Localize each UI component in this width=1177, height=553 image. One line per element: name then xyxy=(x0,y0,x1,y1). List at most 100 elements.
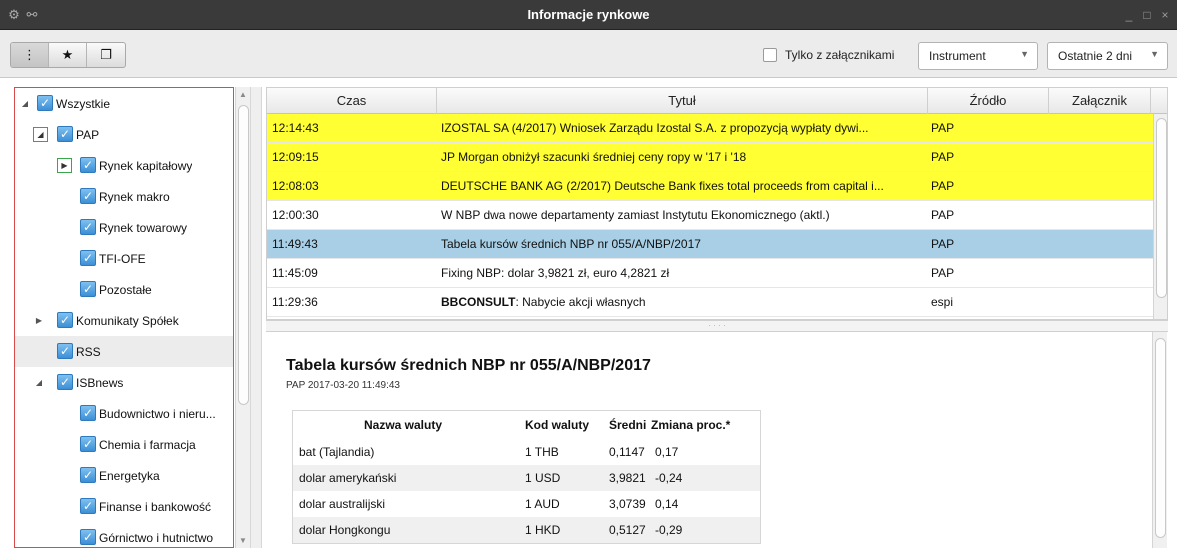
news-row[interactable]: 11:45:09 Fixing NBP: dolar 3,9821 zł, eu… xyxy=(267,259,1167,288)
tree-item-finanse[interactable]: ✓ Finanse i bankowość xyxy=(15,491,233,522)
star-icon: ★ xyxy=(61,47,74,62)
column-header-source[interactable]: Źródło xyxy=(928,88,1049,114)
expand-icon[interactable]: ▶ xyxy=(33,315,45,327)
checkbox-checked-icon[interactable]: ✓ xyxy=(80,281,96,297)
tree-item-rynek-kapitalowy[interactable]: ▶ ✓ Rynek kapitałowy xyxy=(15,150,233,181)
tree-item-rynek-makro[interactable]: ✓ Rynek makro xyxy=(15,181,233,212)
column-header-attachment[interactable]: Załącznik xyxy=(1049,88,1151,114)
currency-name: dolar australijski xyxy=(299,497,386,511)
panel-splitter[interactable] xyxy=(250,87,262,548)
header-currency-code: Kod waluty xyxy=(525,418,590,432)
tree-item-tfi-ofe[interactable]: ✓ TFI-OFE xyxy=(15,243,233,274)
column-header-time[interactable]: Czas xyxy=(267,88,437,114)
tree-item-label: Finanse i bankowość xyxy=(99,499,212,514)
checkbox-checked-icon[interactable]: ✓ xyxy=(57,343,73,359)
maximize-icon[interactable]: □ xyxy=(1141,7,1153,23)
checkbox-checked-icon[interactable]: ✓ xyxy=(80,436,96,452)
tree-item-label: Rynek kapitałowy xyxy=(99,158,193,173)
rates-row: dolar Hongkongu 1 HKD 0,5127 -0,29 xyxy=(293,517,760,543)
windows-button[interactable]: ❐ xyxy=(87,43,125,67)
checkbox-checked-icon[interactable]: ✓ xyxy=(80,219,96,235)
chevron-down-icon: ▼ xyxy=(1150,49,1159,59)
scroll-up-icon[interactable]: ▲ xyxy=(239,90,247,99)
rates-row: dolar amerykański 1 USD 3,9821 -0,24 xyxy=(293,465,760,491)
currency-code: 1 AUD xyxy=(525,497,560,511)
tree-item-chemia[interactable]: ✓ Chemia i farmacja xyxy=(15,429,233,460)
tree-item-label: Rynek makro xyxy=(99,189,170,204)
instrument-select[interactable]: Instrument ▼ xyxy=(918,42,1038,70)
article-scrollbar-thumb[interactable] xyxy=(1155,338,1166,538)
news-source: espi xyxy=(931,295,954,309)
checkbox-checked-icon[interactable]: ✓ xyxy=(80,157,96,173)
tree-item-label: Rynek towarowy xyxy=(99,220,188,235)
news-time: 11:45:09 xyxy=(272,266,318,280)
tree-item-pozostale[interactable]: ✓ Pozostałe xyxy=(15,274,233,305)
news-source: PAP xyxy=(931,208,955,222)
checkbox-checked-icon[interactable]: ✓ xyxy=(57,312,73,328)
tree-item-energetyka[interactable]: ✓ Energetyka xyxy=(15,460,233,491)
news-time: 12:08:03 xyxy=(272,179,319,193)
tree-scrollbar[interactable]: ▲ ▼ xyxy=(235,87,250,548)
currency-average: 0,1147 xyxy=(609,445,645,459)
news-time: 11:29:36 xyxy=(272,295,318,309)
list-view-button[interactable]: ⋮ xyxy=(11,43,49,67)
tree-item-pap[interactable]: ◢ ✓ PAP xyxy=(15,119,233,150)
currency-average: 3,0739 xyxy=(609,497,646,511)
favorites-button[interactable]: ★ xyxy=(49,43,87,67)
news-scrollbar[interactable] xyxy=(1153,114,1167,319)
tree-item-label: Górnictwo i hutnictwo xyxy=(99,530,214,545)
news-source: PAP xyxy=(931,266,955,280)
collapse-icon[interactable]: ◢ xyxy=(33,377,45,389)
news-row[interactable]: 12:08:03 DEUTSCHE BANK AG (2/2017) Deuts… xyxy=(267,172,1167,201)
news-row-selected[interactable]: 11:49:43 Tabela kursów średnich NBP nr 0… xyxy=(267,230,1167,259)
currency-change: -0,29 xyxy=(655,523,683,537)
tree-scrollbar-thumb[interactable] xyxy=(238,105,249,405)
tree-item-rss[interactable]: ✓ RSS xyxy=(15,336,233,367)
collapse-icon[interactable]: ◢ xyxy=(33,127,48,142)
close-icon[interactable]: × xyxy=(1159,7,1171,23)
tree-item-isbnews[interactable]: ◢ ✓ ISBnews xyxy=(15,367,233,398)
news-row[interactable]: 12:09:15 JP Morgan obniżył szacunki śred… xyxy=(267,143,1167,172)
news-row[interactable]: 12:00:30 W NBP dwa nowe departamenty zam… xyxy=(267,201,1167,230)
checkbox-checked-icon[interactable]: ✓ xyxy=(80,188,96,204)
news-title: Tabela kursów średnich NBP nr 055/A/NBP/… xyxy=(441,237,701,251)
checkbox-checked-icon[interactable]: ✓ xyxy=(57,126,73,142)
news-row[interactable]: 11:29:36 BBCONSULT: Nabycie akcji własny… xyxy=(267,288,1167,317)
article-title: Tabela kursów średnich NBP nr 055/A/NBP/… xyxy=(286,357,651,374)
checkbox-checked-icon[interactable]: ✓ xyxy=(57,374,73,390)
collapse-icon[interactable]: ◢ xyxy=(19,98,31,110)
checkbox-checked-icon[interactable]: ✓ xyxy=(37,95,53,111)
news-scrollbar-thumb[interactable] xyxy=(1156,118,1167,298)
tree-item-label: RSS xyxy=(76,344,101,359)
minimize-icon[interactable]: _ xyxy=(1123,7,1135,23)
tree-item-rynek-towarowy[interactable]: ✓ Rynek towarowy xyxy=(15,212,233,243)
tree-item-budownictwo[interactable]: ✓ Budownictwo i nieru... xyxy=(15,398,233,429)
tree-item-gornictwo[interactable]: ✓ Górnictwo i hutnictwo xyxy=(15,522,233,547)
checkbox-checked-icon[interactable]: ✓ xyxy=(80,467,96,483)
checkbox-checked-icon[interactable]: ✓ xyxy=(80,405,96,421)
column-header-title[interactable]: Tytuł xyxy=(437,88,928,114)
news-time: 12:14:43 xyxy=(272,121,319,135)
currency-change: 0,17 xyxy=(655,445,679,459)
tree-item-label: ISBnews xyxy=(76,375,124,390)
horizontal-splitter[interactable]: · · · · xyxy=(266,320,1168,332)
checkbox-checked-icon[interactable]: ✓ xyxy=(80,498,96,514)
article-view: Tabela kursów średnich NBP nr 055/A/NBP/… xyxy=(266,332,1168,548)
news-title: JP Morgan obniżył szacunki średniej ceny… xyxy=(441,150,747,164)
news-source: PAP xyxy=(931,237,955,251)
expand-icon[interactable]: ▶ xyxy=(57,158,72,173)
news-title-rest: : Nabycie akcji własnych xyxy=(515,295,646,309)
checkbox-checked-icon[interactable]: ✓ xyxy=(80,250,96,266)
period-select[interactable]: Ostatnie 2 dni ▼ xyxy=(1047,42,1168,70)
scroll-down-icon[interactable]: ▼ xyxy=(239,536,247,545)
rates-row: bat (Tajlandia) 1 THB 0,1147 0,17 xyxy=(293,439,760,465)
news-source: PAP xyxy=(931,150,955,164)
attachments-only-toggle[interactable]: Tylko z załącznikami xyxy=(763,48,894,62)
checkbox-checked-icon[interactable]: ✓ xyxy=(80,529,96,545)
currency-change: 0,14 xyxy=(655,497,679,511)
attachments-only-checkbox[interactable] xyxy=(763,48,777,62)
tree-item-komunikaty-spolek[interactable]: ▶ ✓ Komunikaty Spółek xyxy=(15,305,233,336)
tree-item-wszystkie[interactable]: ◢ ✓ Wszystkie xyxy=(15,88,233,119)
news-row[interactable]: 12:14:43 IZOSTAL SA (4/2017) Wniosek Zar… xyxy=(267,114,1167,143)
article-scrollbar[interactable] xyxy=(1152,332,1167,548)
